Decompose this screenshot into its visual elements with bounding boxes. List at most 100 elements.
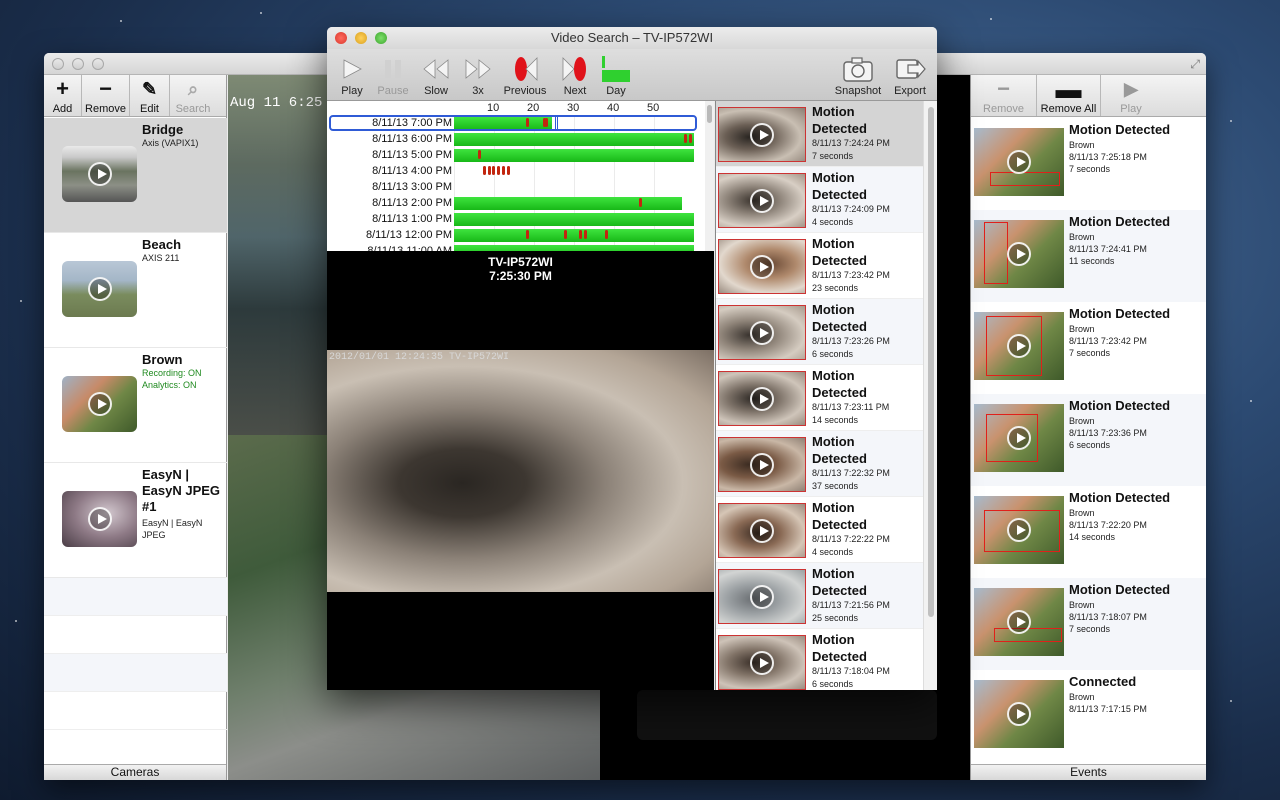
minus-bold-icon: ▬ <box>1055 74 1082 104</box>
search-result-item[interactable]: Motion Detected 8/11/13 7:22:22 PM 4 secon… <box>716 497 937 563</box>
play-icon[interactable] <box>750 518 774 543</box>
camera-item-brown[interactable]: Brown Recording: ON Analytics: ON <box>44 348 227 463</box>
speed-3x-button[interactable]: 3x <box>463 53 493 97</box>
play-icon[interactable] <box>87 162 112 186</box>
motion-event-marker[interactable] <box>526 230 529 239</box>
results-scrollbar[interactable] <box>923 101 937 690</box>
remove-camera-button[interactable]: − Remove <box>82 75 130 116</box>
motion-event-marker[interactable] <box>478 150 481 159</box>
add-camera-button[interactable]: + Add <box>44 75 82 116</box>
play-icon[interactable] <box>1007 518 1031 542</box>
timeline-row[interactable]: 8/11/13 4:00 PM <box>327 163 714 179</box>
play-icon[interactable] <box>750 122 774 147</box>
motion-event-marker[interactable] <box>507 166 510 175</box>
camera-model: EasyN | EasyN JPEG <box>142 518 203 540</box>
play-icon[interactable] <box>750 386 774 411</box>
motion-event-marker[interactable] <box>639 198 642 207</box>
play-icon[interactable] <box>750 584 774 609</box>
minimize-window-button[interactable] <box>72 58 84 70</box>
event-item[interactable]: Motion Detected Brown 8/11/13 7:23:42 PM… <box>971 302 1206 394</box>
play-icon[interactable] <box>1007 426 1031 450</box>
empty-row <box>44 654 227 692</box>
motion-event-marker[interactable] <box>684 134 687 143</box>
camera-item-beach[interactable]: Beach AXIS 211 <box>44 233 227 348</box>
search-result-item[interactable]: Motion Detected 8/11/13 7:23:42 PM 23 seco… <box>716 233 937 299</box>
timeline-row[interactable]: 8/11/13 7:00 PM <box>327 115 714 131</box>
timeline-row[interactable]: 8/11/13 11:00 AM <box>327 243 714 251</box>
next-event-button[interactable]: Next <box>559 53 591 97</box>
timeline-row[interactable]: 8/11/13 5:00 PM <box>327 147 714 163</box>
play-icon[interactable] <box>1007 334 1031 358</box>
search-result-item[interactable]: Motion Detected 8/11/13 7:23:26 PM 6 secon… <box>716 299 937 365</box>
motion-event-marker[interactable] <box>488 166 491 175</box>
motion-event-marker[interactable] <box>605 230 608 239</box>
motion-event-marker[interactable] <box>584 230 587 239</box>
motion-event-marker[interactable] <box>492 166 495 175</box>
search-result-item[interactable]: Motion Detected 8/11/13 7:23:11 PM 14 seco… <box>716 365 937 431</box>
pause-icon <box>375 53 411 85</box>
play-icon[interactable] <box>750 188 774 213</box>
close-window-button[interactable] <box>52 58 64 70</box>
camera-item-easyn[interactable]: EasyN | EasyN JPEG #1 EasyN | EasyN JPEG <box>44 463 227 578</box>
event-thumbnail <box>974 680 1064 748</box>
event-item[interactable]: Connected Brown 8/11/13 7:17:15 PM <box>971 670 1206 762</box>
play-icon[interactable] <box>87 507 112 531</box>
zoom-dialog-button[interactable] <box>375 32 387 44</box>
edit-camera-button[interactable]: ✎ Edit <box>130 75 170 116</box>
play-icon[interactable] <box>1007 242 1031 266</box>
motion-event-marker[interactable] <box>579 230 582 239</box>
play-event-button[interactable]: ▶ Play <box>1101 75 1161 116</box>
camera-item-bridge[interactable]: Bridge Axis (VAPIX1) <box>44 118 227 233</box>
motion-event-marker[interactable] <box>502 166 505 175</box>
bridge-video-feed[interactable]: Aug 11 6:25 <box>228 75 327 435</box>
zoom-window-button[interactable] <box>92 58 104 70</box>
play-icon[interactable] <box>1007 150 1031 174</box>
previous-event-button[interactable]: Previous <box>501 53 549 97</box>
motion-event-marker[interactable] <box>689 134 692 143</box>
timeline-scrollbar[interactable] <box>705 101 714 251</box>
motion-event-marker[interactable] <box>483 166 486 175</box>
event-item[interactable]: Motion Detected Brown 8/11/13 7:25:18 PM… <box>971 118 1206 210</box>
remove-all-events-button[interactable]: ▬ Remove All <box>1037 75 1101 116</box>
snapshot-button[interactable]: Snapshot <box>831 53 885 97</box>
playhead[interactable] <box>555 116 558 130</box>
timeline-row[interactable]: 8/11/13 2:00 PM <box>327 195 714 211</box>
pause-button[interactable]: Pause <box>375 53 411 97</box>
search-result-item[interactable]: Motion Detected 8/11/13 7:18:04 PM 6 secon… <box>716 629 937 690</box>
timeline-row[interactable]: 8/11/13 1:00 PM <box>327 211 714 227</box>
minimize-dialog-button[interactable] <box>355 32 367 44</box>
close-dialog-button[interactable] <box>335 32 347 44</box>
event-item[interactable]: Motion Detected Brown 8/11/13 7:18:07 PM… <box>971 578 1206 670</box>
playback-video[interactable]: TV-IP572WI 7:25:30 PM 2012/01/01 12:24:3… <box>327 251 714 690</box>
search-camera-button[interactable]: ⌕ Search <box>170 75 216 116</box>
timeline-row[interactable]: 8/11/13 3:00 PM <box>327 179 714 195</box>
search-result-item[interactable]: Motion Detected 8/11/13 7:22:32 PM 37 seco… <box>716 431 937 497</box>
motion-event-marker[interactable] <box>497 166 500 175</box>
play-icon[interactable] <box>750 452 774 477</box>
search-result-item[interactable]: Motion Detected 8/11/13 7:21:56 PM 25 seco… <box>716 563 937 629</box>
event-item[interactable]: Motion Detected Brown 8/11/13 7:23:36 PM… <box>971 394 1206 486</box>
fullscreen-icon[interactable]: ⤢ <box>1190 57 1200 72</box>
slow-button[interactable]: Slow <box>421 53 451 97</box>
recording-timeline[interactable]: 10 20 30 40 50 8/11/13 7:00 PM 8/11/13 6:… <box>327 101 714 251</box>
event-item[interactable]: Motion Detected Brown 8/11/13 7:22:20 PM… <box>971 486 1206 578</box>
timeline-row[interactable]: 8/11/13 6:00 PM <box>327 131 714 147</box>
play-icon[interactable] <box>1007 610 1031 634</box>
search-results-list: Motion Detected 8/11/13 7:24:24 PM 7 secon… <box>715 101 937 690</box>
motion-event-marker[interactable] <box>564 230 567 239</box>
day-view-button[interactable]: Day <box>601 53 631 97</box>
play-icon[interactable] <box>1007 702 1031 726</box>
play-icon[interactable] <box>87 392 112 416</box>
play-icon[interactable] <box>750 320 774 345</box>
timeline-row[interactable]: 8/11/13 12:00 PM <box>327 227 714 243</box>
search-result-item[interactable]: Motion Detected 8/11/13 7:24:24 PM 7 secon… <box>716 101 937 167</box>
play-icon[interactable] <box>87 277 112 301</box>
play-icon[interactable] <box>750 254 774 279</box>
export-button[interactable]: Export <box>889 53 931 97</box>
play-button[interactable]: Play <box>337 53 367 97</box>
remove-event-button[interactable]: − Remove <box>971 75 1037 116</box>
result-duration: 14 seconds <box>812 415 859 425</box>
play-icon[interactable] <box>750 650 774 675</box>
event-item[interactable]: Motion Detected Brown 8/11/13 7:24:41 PM… <box>971 210 1206 302</box>
search-result-item[interactable]: Motion Detected 8/11/13 7:24:09 PM 4 secon… <box>716 167 937 233</box>
